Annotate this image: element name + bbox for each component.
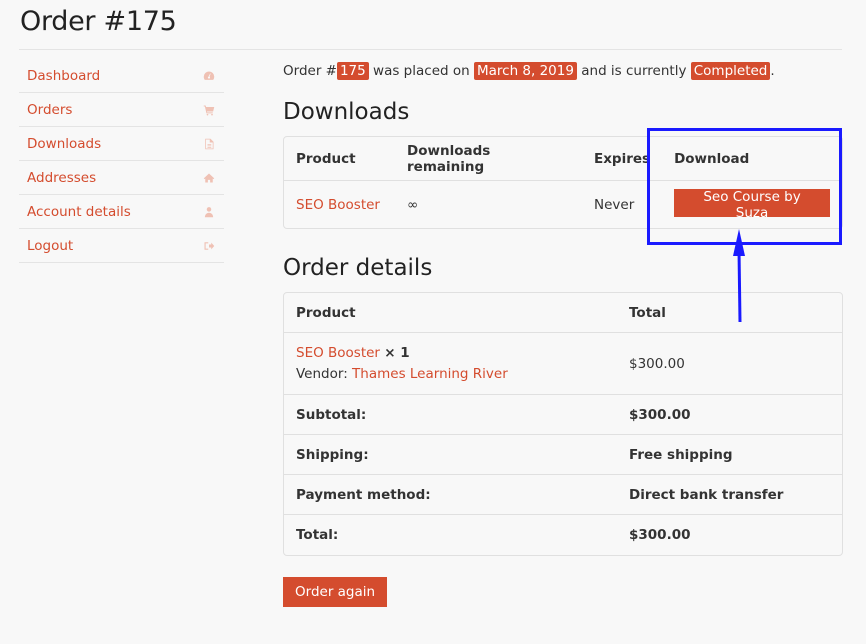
table-row: Subtotal: $300.00 xyxy=(284,395,842,435)
total-label: Total: xyxy=(296,527,339,543)
download-product-cell: SEO Booster xyxy=(284,181,395,228)
column-header-product: Product xyxy=(284,293,617,333)
vendor-label: Vendor: xyxy=(296,365,353,382)
user-icon xyxy=(202,205,216,219)
cart-icon xyxy=(202,103,216,117)
order-item-quantity: × 1 xyxy=(384,344,410,361)
order-item-cell: SEO Booster × 1 Vendor: Thames Learning … xyxy=(284,333,617,395)
sidebar-item-label: Addresses xyxy=(27,169,97,186)
total-value: $300.00 xyxy=(629,527,691,543)
table-header-row: Product Downloads remaining Expires Down… xyxy=(284,137,842,181)
order-summary-suffix: . xyxy=(770,63,775,79)
table-row: Payment method: Direct bank transfer xyxy=(284,475,842,515)
shipping-value: Free shipping xyxy=(617,435,842,475)
downloads-remaining-cell: ∞ xyxy=(407,196,419,213)
annotation-arrow-head xyxy=(733,229,745,256)
order-date-badge: March 8, 2019 xyxy=(473,62,577,80)
payment-method-label: Payment method: xyxy=(284,475,617,515)
sidebar-item-addresses[interactable]: Addresses xyxy=(19,161,224,195)
subtotal-value: $300.00 xyxy=(617,395,842,435)
logout-icon xyxy=(202,239,216,253)
account-navigation: Dashboard Orders Downloads Addresses Acc… xyxy=(19,59,224,263)
downloads-heading: Downloads xyxy=(283,99,410,125)
table-row: SEO Booster × 1 Vendor: Thames Learning … xyxy=(284,333,842,395)
order-summary-prefix: Order # xyxy=(283,63,337,79)
sidebar-item-label: Downloads xyxy=(27,135,102,152)
sidebar-item-downloads[interactable]: Downloads xyxy=(19,127,224,161)
table-row: Total: $300.00 xyxy=(284,515,842,555)
sidebar-item-label: Orders xyxy=(27,101,73,118)
table-row: SEO Booster ∞ Never Seo Course by Suza xyxy=(284,181,842,228)
download-file-button[interactable]: Seo Course by Suza xyxy=(674,188,830,221)
sidebar-item-label: Logout xyxy=(27,237,74,254)
column-header-downloads-remaining: Downloads remaining xyxy=(395,137,582,181)
sidebar-item-label: Dashboard xyxy=(27,67,101,84)
column-header-total: Total xyxy=(617,293,842,333)
subtotal-label: Subtotal: xyxy=(284,395,617,435)
order-details-table: Product Total SEO Booster × 1 Vendor: Th… xyxy=(283,292,843,556)
sidebar-item-account-details[interactable]: Account details xyxy=(19,195,224,229)
column-header-download: Download xyxy=(662,137,842,181)
title-divider xyxy=(19,49,842,50)
shipping-label: Shipping: xyxy=(284,435,617,475)
sidebar-item-logout[interactable]: Logout xyxy=(19,229,224,263)
dashboard-icon xyxy=(202,69,216,83)
sidebar-item-orders[interactable]: Orders xyxy=(19,93,224,127)
order-item-total: $300.00 xyxy=(617,333,842,395)
downloads-table: Product Downloads remaining Expires Down… xyxy=(283,136,843,229)
download-product-link[interactable]: SEO Booster xyxy=(296,197,380,213)
sidebar-item-dashboard[interactable]: Dashboard xyxy=(19,59,224,93)
column-header-expires: Expires xyxy=(582,137,663,181)
order-summary-text: Order #175 was placed on March 8, 2019 a… xyxy=(283,60,775,82)
order-details-heading: Order details xyxy=(283,255,433,281)
sidebar-item-label: Account details xyxy=(27,203,131,220)
order-again-button[interactable]: Order again xyxy=(283,577,388,607)
file-icon xyxy=(202,137,216,151)
order-item-product-link[interactable]: SEO Booster xyxy=(296,345,380,361)
table-row: Shipping: Free shipping xyxy=(284,435,842,475)
column-header-product: Product xyxy=(284,137,395,181)
home-icon xyxy=(202,171,216,185)
page-title: Order #175 xyxy=(20,6,177,37)
order-number-badge: 175 xyxy=(336,62,369,80)
order-status-badge: Completed xyxy=(690,62,771,80)
order-summary-status-text: and is currently xyxy=(576,63,691,79)
vendor-link[interactable]: Thames Learning River xyxy=(352,366,508,382)
download-cell: Seo Course by Suza xyxy=(662,181,842,228)
table-header-row: Product Total xyxy=(284,293,842,333)
order-summary-placed-text: was placed on xyxy=(368,63,474,79)
expires-cell: Never xyxy=(594,196,635,213)
payment-method-value: Direct bank transfer xyxy=(617,475,842,515)
